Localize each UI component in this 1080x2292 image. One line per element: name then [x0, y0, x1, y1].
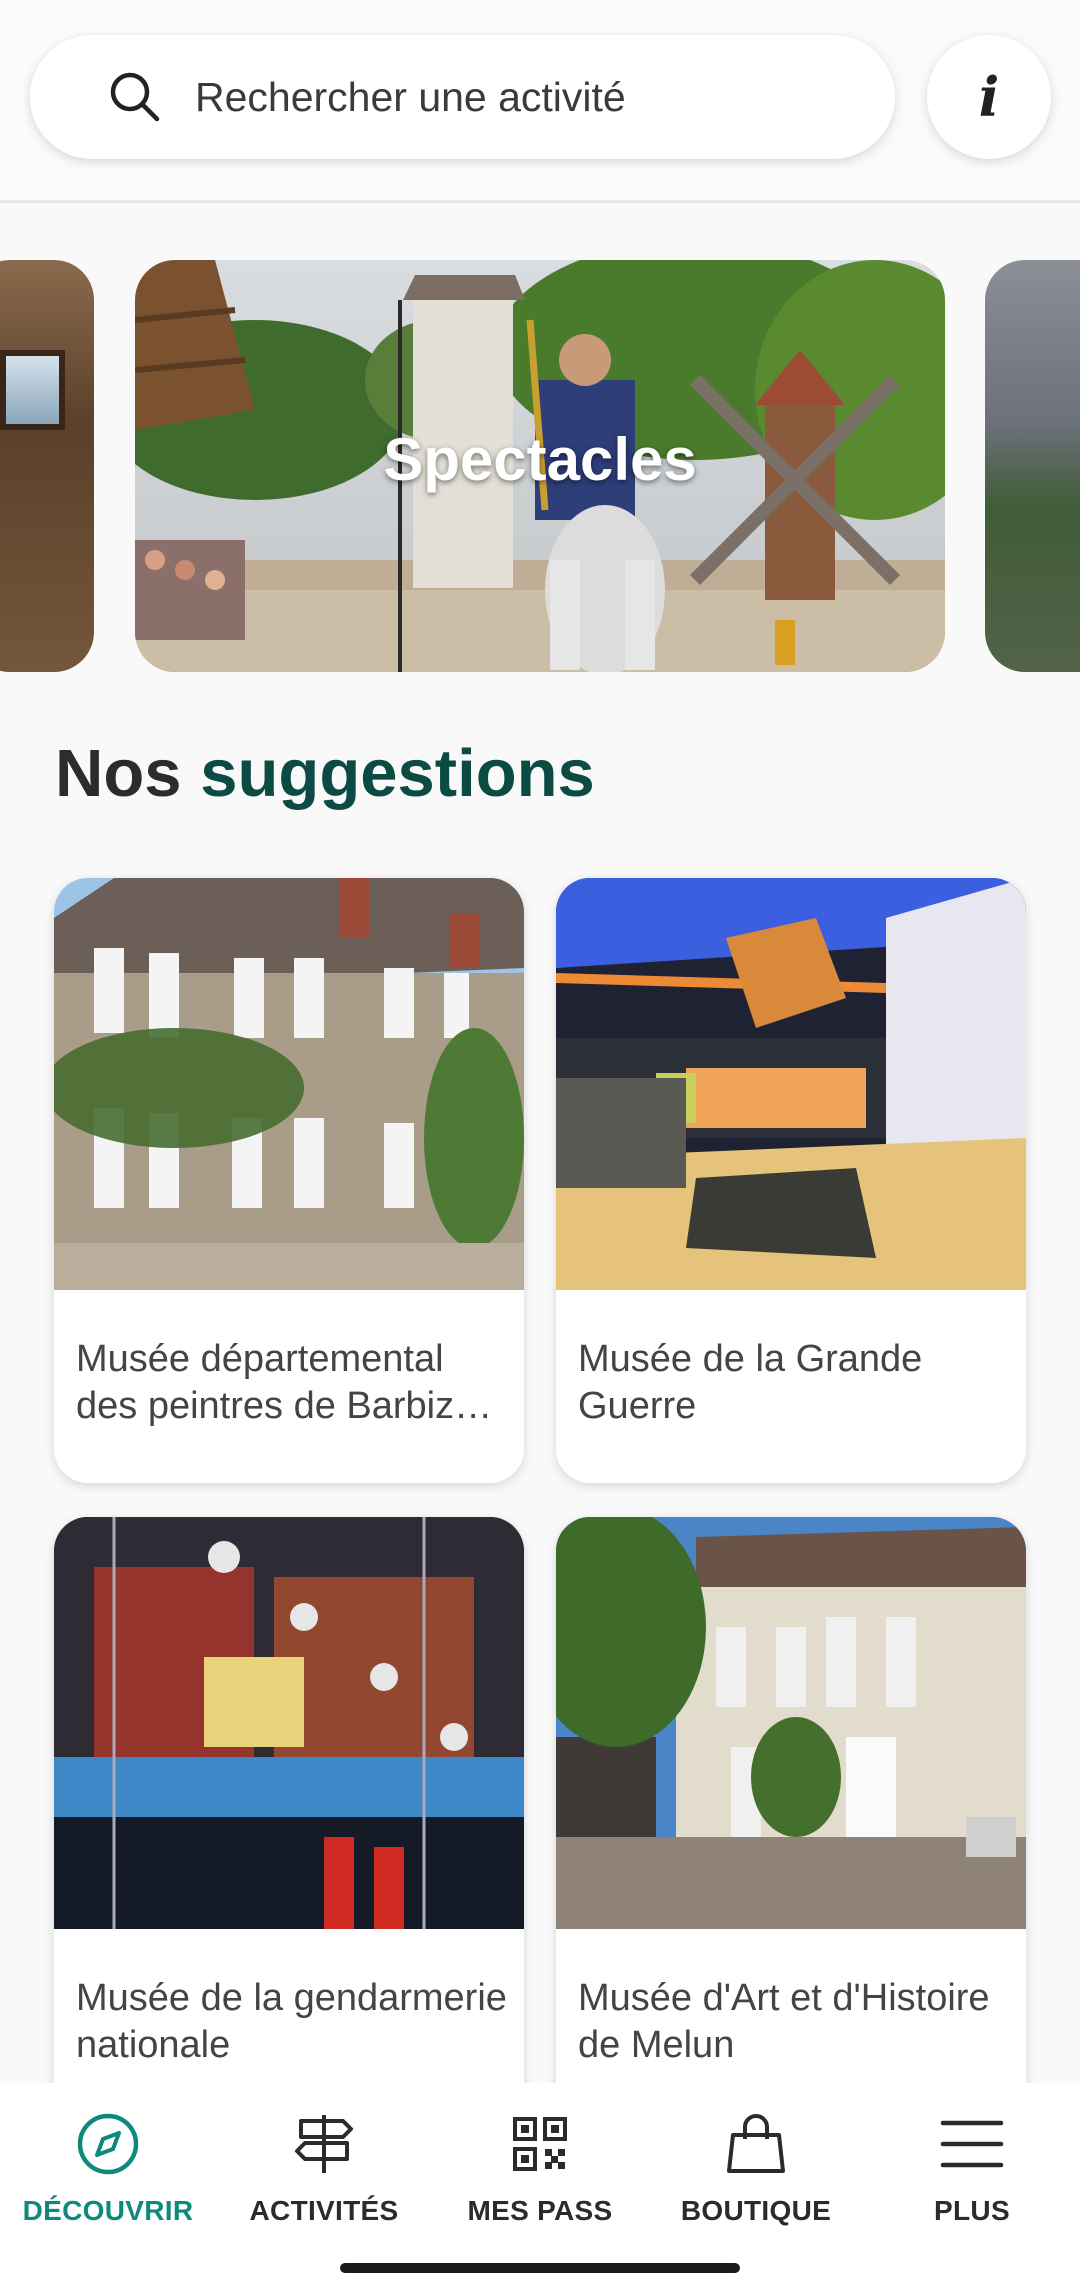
suggestion-card[interactable]: Musée d'Art et d'Histoire de Melun	[556, 1517, 1026, 2117]
card-image	[556, 1517, 1026, 1929]
search-bar[interactable]: Rechercher une activité	[30, 35, 895, 159]
signpost-icon	[295, 2115, 353, 2173]
suggestion-card[interactable]: Musée de la Grande Guerre	[556, 878, 1026, 1483]
qr-code-icon	[513, 2117, 567, 2171]
nav-label: PLUS	[934, 2195, 1010, 2226]
section-title-accent: suggestions	[200, 736, 595, 811]
bottom-navigation: DÉCOUVRIR ACTIVITÉS MES PASS BOUTIQUE PL…	[0, 2083, 1080, 2292]
nav-label: BOUTIQUE	[680, 2195, 832, 2226]
nav-item-mes-pass[interactable]: MES PASS	[432, 2111, 648, 2241]
menu-icon	[940, 2120, 1004, 2168]
slide-image	[985, 260, 1080, 672]
info-button[interactable]: i	[927, 35, 1051, 159]
search-input[interactable]: Rechercher une activité	[195, 74, 626, 121]
nav-item-decouvrir[interactable]: DÉCOUVRIR	[0, 2111, 216, 2241]
top-bar: Rechercher une activité i	[0, 0, 1080, 203]
info-icon: i	[978, 65, 1000, 129]
card-image	[54, 1517, 524, 1929]
category-carousel[interactable]: Spectacles	[0, 260, 1080, 672]
card-title: Musée de la Grande Guerre	[578, 1338, 923, 1427]
suggestion-card[interactable]: Musée départemental des peintres de Barb…	[54, 878, 524, 1483]
section-title-prefix: Nos	[55, 736, 182, 811]
nav-label: DÉCOUVRIR	[22, 2195, 194, 2226]
card-image	[556, 878, 1026, 1290]
carousel-slide-next[interactable]	[985, 260, 1080, 672]
home-indicator[interactable]	[340, 2263, 740, 2273]
search-icon	[110, 72, 160, 122]
section-title: Nos suggestions	[55, 735, 595, 812]
nav-label: MES PASS	[467, 2195, 613, 2226]
nav-item-boutique[interactable]: BOUTIQUE	[648, 2111, 864, 2241]
slide-title: Spectacles	[383, 426, 697, 493]
compass-icon	[77, 2113, 139, 2175]
slide-image	[0, 350, 65, 430]
nav-label: ACTIVITÉS	[249, 2195, 399, 2226]
nav-item-plus[interactable]: PLUS	[864, 2111, 1080, 2241]
card-title: Musée départemental des peintres de Barb…	[76, 1338, 493, 1427]
card-title: Musée de la gendarmerie nationale	[76, 1977, 507, 2066]
suggestion-card[interactable]: Musée de la gendarmerie nationale	[54, 1517, 524, 2117]
card-image	[54, 878, 524, 1290]
carousel-slide-spectacles[interactable]: Spectacles	[135, 260, 945, 672]
card-title: Musée d'Art et d'Histoire de Melun	[578, 1977, 990, 2066]
shopping-bag-icon	[727, 2114, 785, 2173]
carousel-slide-previous[interactable]	[0, 260, 94, 672]
nav-item-activites[interactable]: ACTIVITÉS	[216, 2111, 432, 2241]
